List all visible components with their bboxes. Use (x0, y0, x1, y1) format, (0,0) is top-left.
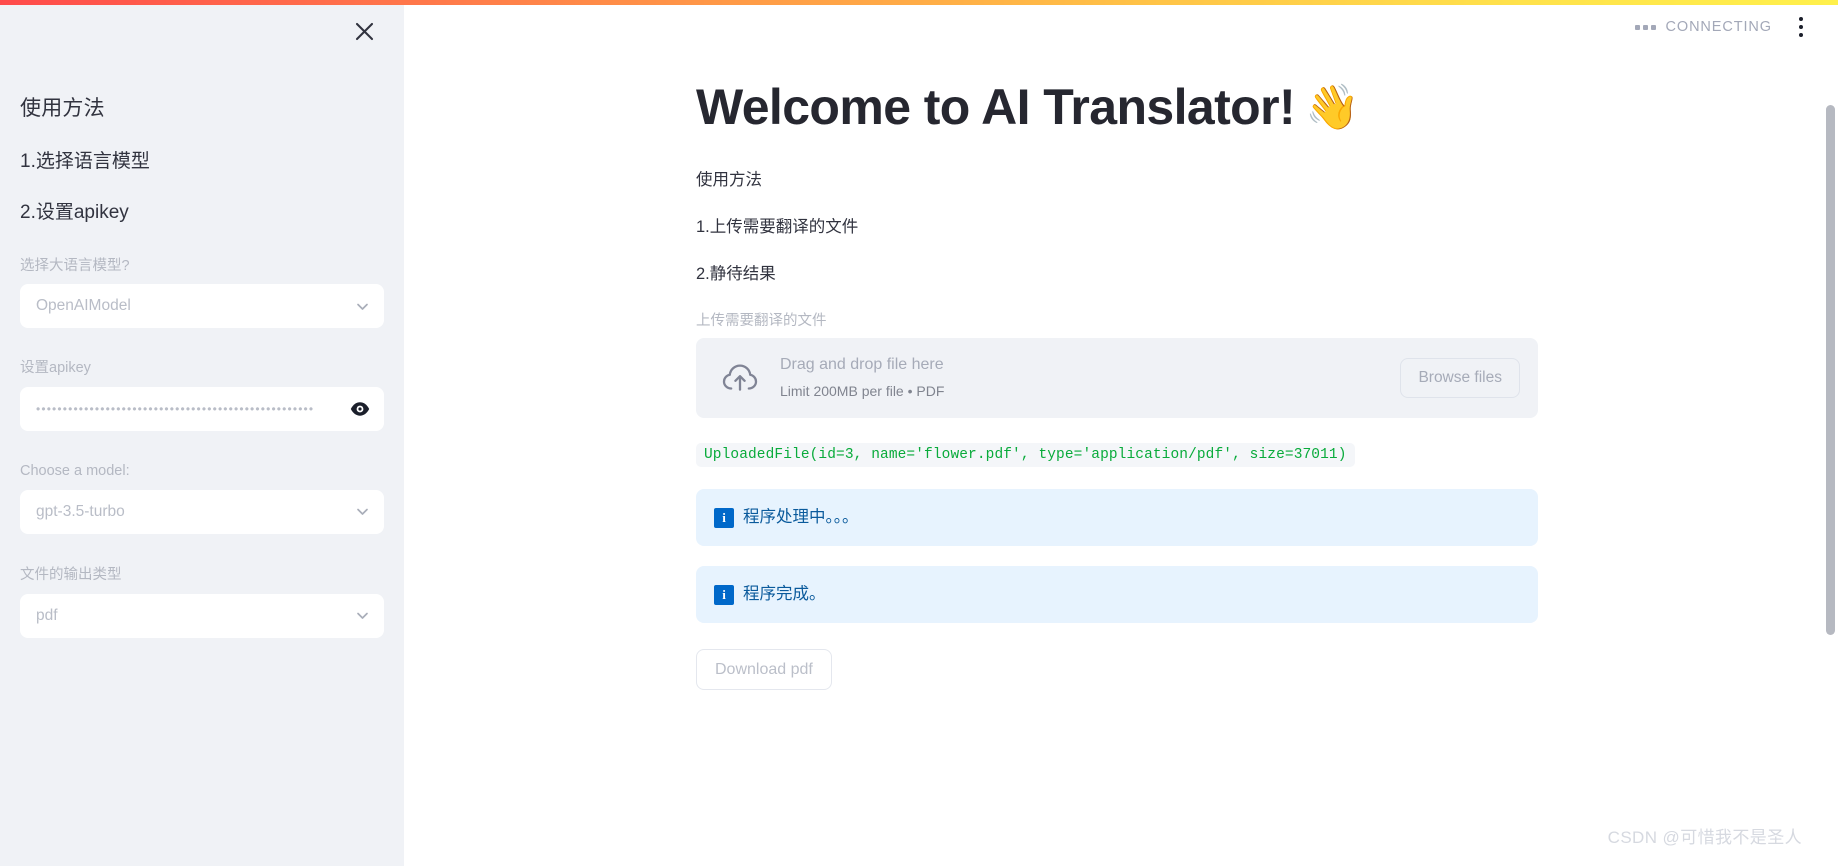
sidebar-heading: 使用方法 (20, 97, 105, 120)
download-pdf-button[interactable]: Download pdf (696, 649, 832, 691)
sidebar: 使用方法 1.选择语言模型 2.设置apikey 选择大语言模型? OpenAI… (0, 0, 404, 866)
field-label-apikey: 设置apikey (20, 360, 91, 377)
field-label-output-type: 文件的输出类型 (20, 566, 122, 583)
apikey-input-wrapper[interactable]: ••••••••••••••••••••••••••••••••••••••••… (20, 387, 384, 432)
cloud-upload-icon (718, 356, 762, 400)
info-icon: i (714, 507, 734, 528)
select-language-model-value: OpenAIModel (36, 297, 131, 315)
select-output-type[interactable]: pdf (20, 593, 384, 638)
sidebar-step-1: 1.选择语言模型 (20, 151, 150, 173)
browse-files-button[interactable]: Browse files (1400, 358, 1520, 399)
alert-processing: i 程序处理中。。。 (696, 489, 1538, 547)
status-area: CONNECTING (1634, 12, 1814, 42)
app-window: 使用方法 1.选择语言模型 2.设置apikey 选择大语言模型? OpenAI… (0, 0, 1838, 866)
chevron-down-icon (352, 606, 372, 626)
running-dots-icon (1634, 24, 1656, 30)
close-icon (355, 22, 374, 41)
select-model[interactable]: gpt-3.5-turbo (20, 489, 384, 534)
uploaded-file-output: UploadedFile(id=3, name='flower.pdf', ty… (696, 443, 1355, 468)
page-title: Welcome to AI Translator! 👋 (696, 78, 1544, 137)
main-content: Welcome to AI Translator! 👋 使用方法 1.上传需要翻… (404, 0, 1838, 866)
page-title-text: Welcome to AI Translator! (696, 79, 1296, 135)
info-icon: i (714, 584, 734, 605)
uploader-label: 上传需要翻译的文件 (696, 313, 827, 330)
field-apikey: 设置apikey •••••••••••••••••••••••••••••••… (20, 358, 384, 432)
chevron-down-icon (352, 502, 372, 522)
alert-processing-text: 程序处理中。。。 (743, 508, 859, 527)
intro-line-3: 2.静待结果 (696, 264, 776, 283)
select-model-value: gpt-3.5-turbo (36, 502, 125, 520)
alert-complete-text: 程序完成。 (743, 585, 826, 604)
field-output-type: 文件的输出类型 pdf (20, 565, 384, 638)
field-model: Choose a model: gpt-3.5-turbo (20, 461, 384, 534)
dropzone-drag-text: Drag and drop file here (780, 356, 944, 374)
intro-line-2: 1.上传需要翻译的文件 (696, 218, 859, 237)
field-label-model: Choose a model: (20, 463, 130, 480)
sidebar-content: 使用方法 1.选择语言模型 2.设置apikey 选择大语言模型? OpenAI… (20, 95, 384, 649)
sidebar-close-button[interactable] (347, 14, 381, 48)
field-language-model: 选择大语言模型? OpenAIModel (20, 256, 384, 329)
intro-line-1: 使用方法 (696, 171, 762, 189)
scrollbar-thumb[interactable] (1826, 105, 1835, 635)
field-label-language-model: 选择大语言模型? (20, 257, 130, 274)
apikey-input[interactable]: ••••••••••••••••••••••••••••••••••••••••… (36, 387, 348, 431)
dropzone-limit-text: Limit 200MB per file • PDF (780, 383, 945, 400)
select-output-type-value: pdf (36, 606, 58, 624)
file-dropzone[interactable]: Drag and drop file here Limit 200MB per … (696, 338, 1538, 419)
connection-status: CONNECTING (1634, 19, 1772, 35)
status-text: CONNECTING (1665, 19, 1772, 35)
sidebar-step-2: 2.设置apikey (20, 201, 129, 223)
select-language-model[interactable]: OpenAIModel (20, 284, 384, 329)
watermark: CSDN @可惜我不是圣人 (1607, 828, 1802, 847)
alert-complete: i 程序完成。 (696, 566, 1538, 624)
vertical-scrollbar[interactable] (1823, 5, 1838, 866)
running-progress-bar (0, 0, 1838, 5)
eye-icon[interactable] (348, 397, 372, 421)
waving-hand-icon: 👋 (1305, 82, 1360, 132)
dropzone-texts: Drag and drop file here Limit 200MB per … (780, 353, 1400, 402)
chevron-down-icon (352, 296, 372, 316)
kebab-menu-icon[interactable] (1788, 12, 1814, 42)
